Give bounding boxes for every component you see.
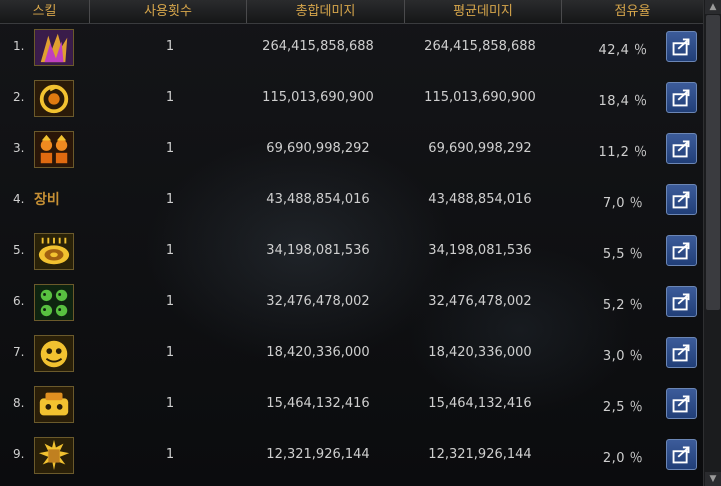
table-row: 1. 1 264,415,858,688 264,415,858,688 42,… <box>0 22 703 73</box>
rank: 4. <box>13 192 25 206</box>
share-button[interactable] <box>666 439 697 470</box>
share-percent: 2,5 ％ <box>602 400 644 415</box>
header-share: 점유율 <box>614 4 651 19</box>
skill-icon <box>34 437 74 474</box>
use-count: 1 <box>165 39 175 54</box>
share-button[interactable] <box>666 31 697 62</box>
share-button[interactable] <box>666 388 697 419</box>
avg-damage: 115,013,690,900 <box>424 90 536 105</box>
avg-damage: 18,420,336,000 <box>428 345 532 360</box>
share-button[interactable] <box>666 286 697 317</box>
table-row: 8. 1 15,464,132,416 15,464,132,416 2,5 ％ <box>0 379 703 430</box>
skill-icon <box>34 386 74 423</box>
total-damage: 115,013,690,900 <box>262 90 374 105</box>
use-count: 1 <box>165 192 175 207</box>
share-icon <box>672 293 690 311</box>
avg-damage: 69,690,998,292 <box>428 141 532 156</box>
header-total-damage: 총합데미지 <box>247 0 405 23</box>
skill-icon <box>34 284 74 321</box>
header-avg-damage: 평균데미지 <box>405 0 562 23</box>
total-damage: 34,198,081,536 <box>266 243 370 258</box>
use-count: 1 <box>165 90 175 105</box>
share-icon <box>672 242 690 260</box>
avg-damage: 12,321,926,144 <box>428 447 532 462</box>
share-icon <box>672 38 690 56</box>
share-icon <box>672 140 690 158</box>
scroll-up-arrow-icon[interactable]: ▲ <box>705 0 721 14</box>
use-count: 1 <box>165 396 175 411</box>
share-percent: 7,0 ％ <box>602 196 644 211</box>
avg-damage: 43,488,854,016 <box>428 192 532 207</box>
scroll-thumb[interactable] <box>706 15 720 310</box>
avg-damage: 15,464,132,416 <box>428 396 532 411</box>
table-row: 2. 1 115,013,690,900 115,013,690,900 18,… <box>0 73 703 124</box>
rank: 8. <box>13 396 25 410</box>
skill-icon <box>34 131 74 168</box>
share-icon <box>672 344 690 362</box>
share-icon <box>672 395 690 413</box>
rank: 6. <box>13 294 25 308</box>
use-count: 1 <box>165 294 175 309</box>
share-percent: 2,0 ％ <box>602 451 644 466</box>
table-header: 스킬 사용횟수 총합데미지 평균데미지 점유율 <box>0 0 703 24</box>
rank: 1. <box>13 39 25 53</box>
share-button[interactable] <box>666 82 697 113</box>
table-row: 3. 1 69,690,998,292 69,690,998,292 11,2 … <box>0 124 703 175</box>
share-icon <box>672 446 690 464</box>
rank: 5. <box>13 243 25 257</box>
share-icon <box>672 89 690 107</box>
share-percent: 18,4 ％ <box>598 94 648 109</box>
rank: 7. <box>13 345 25 359</box>
share-percent: 3,0 ％ <box>602 349 644 364</box>
use-count: 1 <box>165 345 175 360</box>
use-count: 1 <box>165 243 175 258</box>
share-percent: 5,2 ％ <box>602 298 644 313</box>
avg-damage: 32,476,478,002 <box>428 294 532 309</box>
table-row: 9. 1 12,321,926,144 12,321,926,144 2,0 ％ <box>0 430 703 481</box>
scrollbar[interactable]: ▲ ▼ <box>703 0 721 486</box>
total-damage: 15,464,132,416 <box>266 396 370 411</box>
share-icon <box>672 191 690 209</box>
scroll-down-arrow-icon[interactable]: ▼ <box>705 472 721 486</box>
total-damage: 69,690,998,292 <box>266 141 370 156</box>
share-percent: 42,4 ％ <box>598 43 648 58</box>
avg-damage: 34,198,081,536 <box>428 243 532 258</box>
skill-icon <box>34 80 74 117</box>
use-count: 1 <box>165 141 175 156</box>
skill-icon <box>34 29 74 66</box>
header-skill: 스킬 <box>0 0 90 23</box>
rank: 2. <box>13 90 25 104</box>
table-row: 5. 1 34,198,081,536 34,198,081,536 5,5 ％ <box>0 226 703 277</box>
total-damage: 264,415,858,688 <box>262 39 374 54</box>
total-damage: 18,420,336,000 <box>266 345 370 360</box>
share-button[interactable] <box>666 133 697 164</box>
equipment-label: 장비 <box>34 192 60 208</box>
table-row: 7. 1 18,420,336,000 18,420,336,000 3,0 ％ <box>0 328 703 379</box>
skill-icon <box>34 335 74 372</box>
rank: 9. <box>13 447 25 461</box>
header-uses: 사용횟수 <box>90 0 247 23</box>
table-row: 4. 장비 1 43,488,854,016 43,488,854,016 7,… <box>0 175 703 226</box>
total-damage: 12,321,926,144 <box>266 447 370 462</box>
share-percent: 11,2 ％ <box>598 145 648 160</box>
share-button[interactable] <box>666 184 697 215</box>
total-damage: 32,476,478,002 <box>266 294 370 309</box>
share-button[interactable] <box>666 235 697 266</box>
avg-damage: 264,415,858,688 <box>424 39 536 54</box>
skill-icon <box>34 233 74 270</box>
table-row: 6. 1 32,476,478,002 32,476,478,002 5,2 ％ <box>0 277 703 328</box>
rank: 3. <box>13 141 25 155</box>
share-button[interactable] <box>666 337 697 368</box>
use-count: 1 <box>165 447 175 462</box>
total-damage: 43,488,854,016 <box>266 192 370 207</box>
share-percent: 5,5 ％ <box>602 247 644 262</box>
